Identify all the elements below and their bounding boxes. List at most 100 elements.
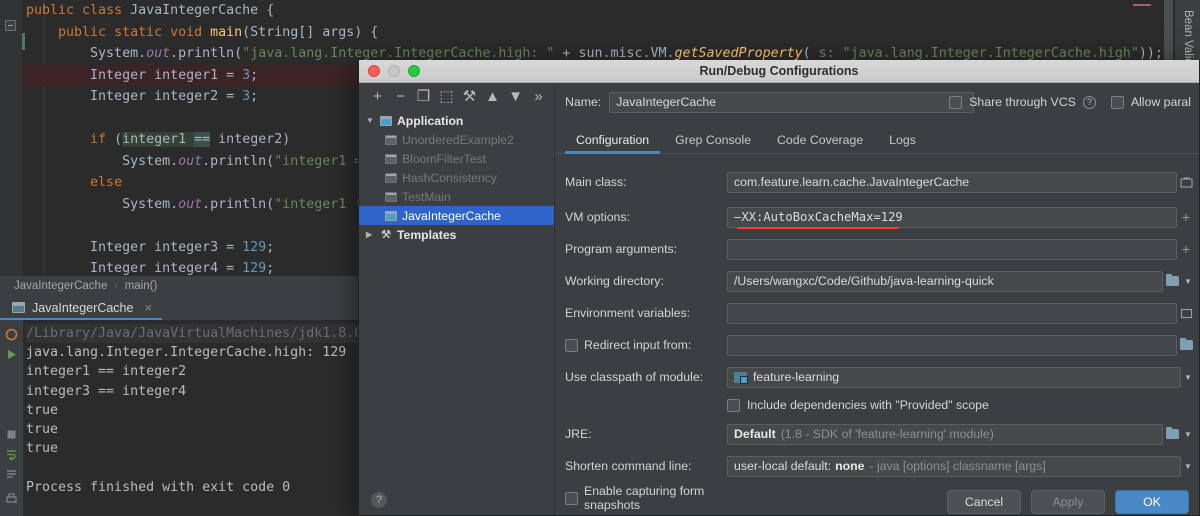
print-icon[interactable]	[5, 492, 18, 505]
tree-node-javaintegercache[interactable]: JavaIntegerCache	[359, 206, 554, 225]
run-debug-configurations-dialog[interactable]: Run/Debug Configurations +−❐⬚⚒▲▼» ▼Appli…	[358, 60, 1200, 516]
help-icon[interactable]: ?	[371, 492, 387, 508]
tree-node-templates[interactable]: ▶⚒Templates	[359, 225, 554, 244]
copy-icon[interactable]: ❐	[413, 86, 434, 107]
enable-form-snapshots-group: Enable capturing form snapshots	[555, 484, 727, 512]
shorten-value: none	[835, 459, 864, 473]
field-main-class: Main class: com.feature.learn.cache.Java…	[555, 169, 1199, 195]
screen: public class JavaIntegerCache { public s…	[0, 0, 1200, 516]
environment-variables-input[interactable]	[727, 303, 1177, 324]
breadcrumb-method[interactable]: main()	[125, 280, 158, 292]
use-classpath-combobox[interactable]: feature-learning	[727, 367, 1181, 388]
editor-gutter[interactable]	[0, 0, 22, 276]
soft-wrap-icon[interactable]	[5, 448, 18, 461]
include-provided-checkbox[interactable]	[727, 399, 740, 412]
tab-grep-console[interactable]: Grep Console	[662, 127, 764, 154]
console-tab-label: JavaIntegerCache	[32, 301, 133, 315]
redirect-input-label: Redirect input from:	[584, 338, 691, 352]
jre-combobox[interactable]: Default (1.8 - SDK of 'feature-learning'…	[727, 424, 1163, 445]
tab-logs[interactable]: Logs	[876, 127, 929, 154]
tree-node-label: Application	[397, 114, 463, 128]
redirect-input-path-input[interactable]	[727, 335, 1177, 356]
application-icon	[380, 116, 392, 126]
stop-icon[interactable]	[5, 428, 18, 441]
name-label: Name:	[565, 95, 601, 109]
edit-templates-icon[interactable]: ⚒	[459, 86, 480, 107]
expand-vm-options-icon[interactable]: +	[1177, 209, 1195, 225]
dialog-title: Run/Debug Configurations	[359, 64, 1199, 78]
jre-label: JRE:	[555, 427, 727, 441]
field-jre: JRE: Default (1.8 - SDK of 'feature-lear…	[555, 421, 1199, 447]
enable-form-snapshots-label: Enable capturing form snapshots	[584, 484, 727, 512]
close-icon[interactable]: ×	[144, 300, 152, 315]
rerun-icon[interactable]	[5, 328, 18, 341]
code-fold-icon[interactable]	[5, 20, 16, 31]
working-directory-input[interactable]: /Users/wangxc/Code/Github/java-learning-…	[727, 271, 1163, 292]
scroll-to-end-icon[interactable]	[5, 468, 18, 481]
dialog-buttons: Cancel Apply OK	[947, 490, 1189, 514]
tab-code-coverage[interactable]: Code Coverage	[764, 127, 876, 154]
tab-configuration[interactable]: Configuration	[563, 127, 662, 154]
browse-jre-icon[interactable]	[1163, 429, 1181, 439]
allow-parallel-run-checkbox[interactable]	[1111, 96, 1124, 109]
expand-program-arguments-icon[interactable]: +	[1177, 241, 1195, 257]
field-shorten-command-line: Shorten command line: user-local default…	[555, 453, 1199, 479]
tree-node-application[interactable]: ▼ Application	[359, 111, 554, 130]
shorten-chevron-down-icon[interactable]: ▼	[1181, 462, 1195, 471]
jre-value-detail: (1.8 - SDK of 'feature-learning' module)	[781, 427, 994, 441]
dialog-titlebar[interactable]: Run/Debug Configurations	[359, 60, 1199, 83]
tree-node-label: BloomFilterTest	[402, 152, 486, 166]
remove-icon[interactable]: −	[390, 86, 411, 107]
dialog-top-options: Share through VCS ? Allow paral	[949, 95, 1191, 109]
allow-parallel-run-label: Allow paral	[1131, 95, 1191, 109]
configurations-tree[interactable]: ▼ Application UnorderedExample2 BloomFilter…	[359, 109, 554, 244]
move-down-icon[interactable]: ▼	[505, 86, 526, 107]
share-through-vcs-checkbox[interactable]	[949, 96, 962, 109]
ok-button[interactable]: OK	[1115, 490, 1189, 514]
tree-node-bloomfiltertest[interactable]: BloomFilterTest	[359, 149, 554, 168]
breadcrumb-separator-icon: ›	[114, 280, 117, 291]
field-program-arguments: Program arguments: +	[555, 236, 1199, 262]
chevron-down-icon[interactable]: ▼	[1181, 373, 1195, 382]
chevron-right-icon[interactable]: ▶	[366, 230, 375, 239]
browse-redirect-input-icon[interactable]	[1177, 340, 1195, 350]
main-class-input[interactable]: com.feature.learn.cache.JavaIntegerCache	[727, 172, 1177, 193]
field-include-provided: Include dependencies with "Provided" sco…	[555, 392, 1199, 418]
cancel-button[interactable]: Cancel	[947, 490, 1021, 514]
resume-icon[interactable]	[5, 348, 18, 361]
shorten-command-line-label: Shorten command line:	[555, 459, 727, 473]
working-directory-history-icon[interactable]: ▼	[1181, 277, 1195, 286]
console-tab-javaintegercache[interactable]: JavaIntegerCache ×	[0, 295, 162, 320]
code-line: public class JavaIntegerCache {	[22, 0, 1174, 22]
breadcrumb-class[interactable]: JavaIntegerCache	[14, 280, 107, 292]
share-vcs-help-icon[interactable]: ?	[1083, 96, 1096, 109]
save-icon[interactable]: ⬚	[436, 86, 457, 107]
run-config-icon	[385, 135, 397, 145]
apply-button[interactable]: Apply	[1031, 490, 1105, 514]
add-icon[interactable]: +	[367, 86, 388, 107]
chevron-down-icon[interactable]: ▼	[366, 116, 375, 125]
use-classpath-label: Use classpath of module:	[555, 370, 727, 384]
use-classpath-value: feature-learning	[753, 370, 839, 384]
enable-form-snapshots-checkbox[interactable]	[565, 492, 578, 505]
edit-environment-variables-icon[interactable]	[1177, 308, 1195, 319]
shorten-command-line-combobox[interactable]: user-local default: none - java [options…	[727, 456, 1181, 477]
more-icon[interactable]: »	[528, 86, 549, 107]
vm-options-input[interactable]: –XX:AutoBoxCacheMax=129	[727, 207, 1177, 228]
tree-node-testmain[interactable]: TestMain	[359, 187, 554, 206]
configuration-tabs: ConfigurationGrep ConsoleCode CoverageLo…	[555, 127, 1199, 154]
working-directory-label: Working directory:	[555, 274, 727, 288]
tree-node-label: Templates	[397, 228, 456, 242]
tree-node-unorderedexample2[interactable]: UnorderedExample2	[359, 130, 554, 149]
browse-working-directory-icon[interactable]	[1163, 276, 1181, 286]
name-input[interactable]: JavaIntegerCache	[609, 92, 974, 113]
field-use-classpath-of-module: Use classpath of module: feature-learnin…	[555, 364, 1199, 390]
run-config-icon	[385, 192, 397, 202]
redirect-input-checkbox[interactable]	[565, 339, 578, 352]
browse-main-class-icon[interactable]	[1177, 177, 1195, 188]
tree-node-hashconsistency[interactable]: HashConsistency	[359, 168, 554, 187]
program-arguments-input[interactable]	[727, 239, 1177, 260]
move-up-icon[interactable]: ▲	[482, 86, 503, 107]
jre-chevron-down-icon[interactable]: ▼	[1181, 430, 1195, 439]
code-line: public static void main(String[] args) {	[22, 22, 1174, 44]
